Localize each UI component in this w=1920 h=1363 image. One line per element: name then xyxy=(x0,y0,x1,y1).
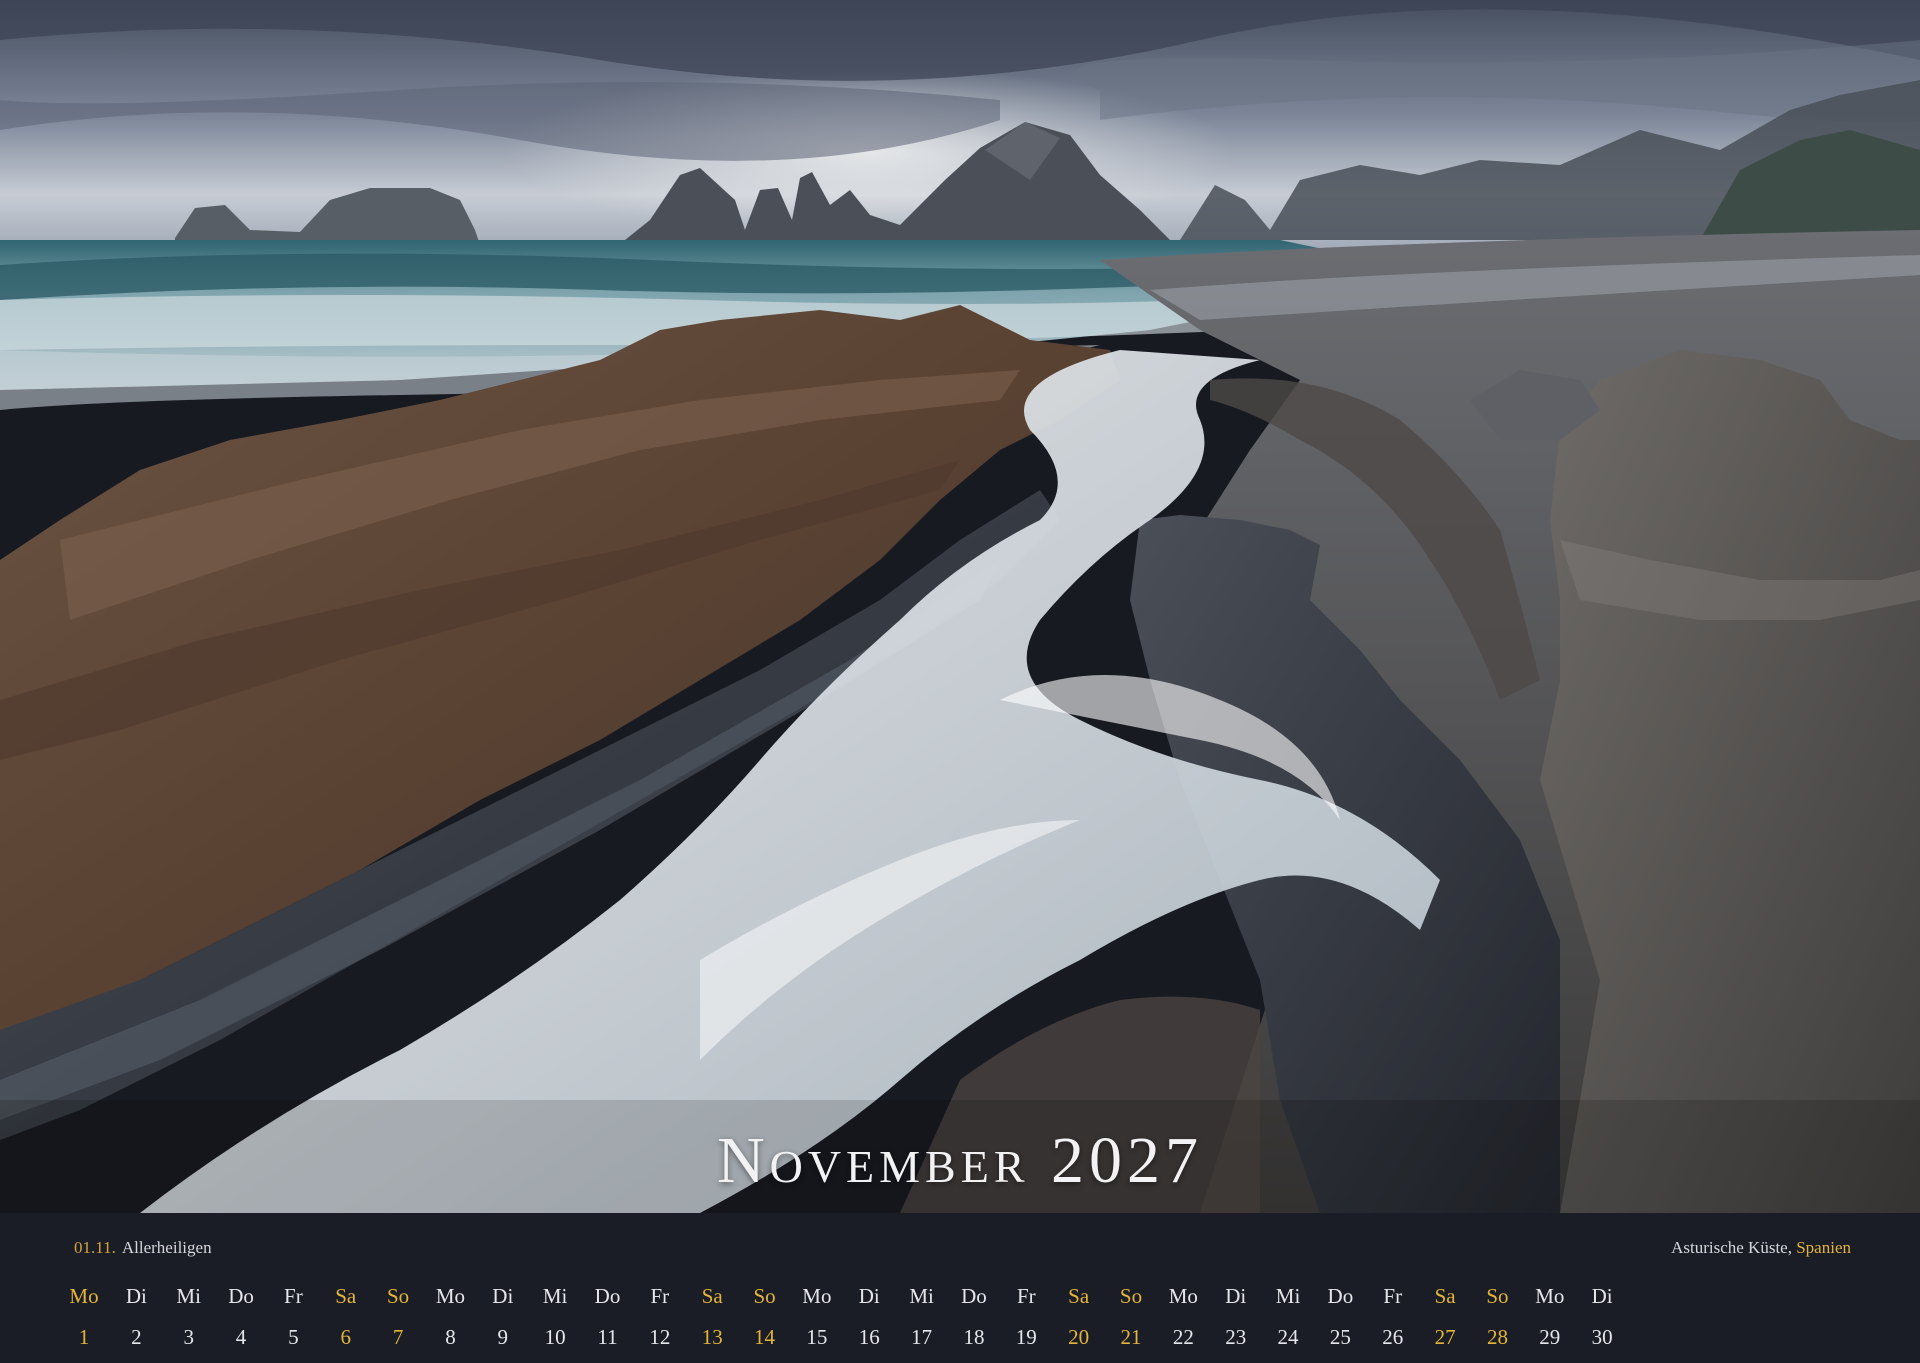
weekday-label: Do xyxy=(1327,1284,1354,1308)
weekday-label: So xyxy=(1119,1284,1143,1308)
day-number: 7 xyxy=(392,1325,404,1349)
calendar-day: So 7 xyxy=(368,1280,428,1353)
calendar-day: Di 23 xyxy=(1206,1280,1266,1353)
calendar-day: Do 18 xyxy=(944,1280,1004,1353)
day-number: 1 xyxy=(78,1325,90,1349)
weekday-label: Sa xyxy=(1434,1284,1456,1308)
calendar-grid: Mo 1 Di 2 Mi 3 Do 4 Fr 5 Sa 6 So 7 Mo 8 Di 9 Mi 10 Do 11 Fr 12 S… xyxy=(0,1280,1920,1360)
day-number: 30 xyxy=(1591,1325,1613,1349)
holiday-date: 01.11. xyxy=(74,1238,116,1257)
weekday-label: Mo xyxy=(1535,1284,1565,1308)
calendar-day: So 14 xyxy=(735,1280,795,1353)
weekday-label: Di xyxy=(1225,1284,1247,1308)
calendar-day: Fr 5 xyxy=(263,1280,323,1353)
weekday-label: Sa xyxy=(335,1284,357,1308)
calendar-day: Do 4 xyxy=(211,1280,271,1353)
day-number: 3 xyxy=(183,1325,194,1349)
weekday-label: Fr xyxy=(284,1284,303,1308)
day-number: 14 xyxy=(754,1325,776,1349)
weekday-label: Do xyxy=(228,1284,254,1308)
calendar-day: Mi 3 xyxy=(159,1280,219,1353)
calendar-day: Mo 15 xyxy=(787,1280,847,1353)
weekday-label: Mi xyxy=(1275,1284,1301,1308)
day-number: 12 xyxy=(649,1325,671,1349)
day-number: 28 xyxy=(1486,1325,1508,1349)
day-number: 17 xyxy=(911,1325,933,1349)
day-number: 20 xyxy=(1068,1325,1090,1349)
holiday-name: Allerheiligen xyxy=(121,1238,212,1257)
day-number: 8 xyxy=(445,1325,456,1349)
weekday-label: So xyxy=(387,1284,410,1308)
weekday-label: Sa xyxy=(701,1284,723,1308)
day-number: 10 xyxy=(544,1325,566,1349)
weekday-label: Di xyxy=(1591,1284,1613,1308)
day-number: 11 xyxy=(597,1325,618,1349)
day-number: 6 xyxy=(340,1325,352,1349)
weekday-label: Mi xyxy=(909,1284,934,1308)
calendar-day: Fr 26 xyxy=(1363,1280,1423,1353)
weekday-label: Mo xyxy=(1168,1284,1198,1308)
day-number: 5 xyxy=(288,1325,299,1349)
weekday-label: Mi xyxy=(176,1284,201,1308)
weekday-label: Di xyxy=(492,1284,514,1308)
day-number: 18 xyxy=(963,1325,985,1349)
photo-location: Asturische Küste, Spanien xyxy=(1671,1238,1851,1258)
day-number: 21 xyxy=(1120,1325,1142,1349)
calendar-day: Mi 17 xyxy=(892,1280,952,1353)
landscape-photo xyxy=(0,0,1920,1213)
day-number: 29 xyxy=(1539,1325,1561,1349)
holiday-note: 01.11. Allerheiligen xyxy=(74,1238,212,1258)
calendar-day: Mi 10 xyxy=(525,1280,585,1353)
location-place: Asturische Küste, xyxy=(1671,1238,1792,1257)
calendar-day: Di 30 xyxy=(1572,1280,1632,1353)
calendar-day: Mo 29 xyxy=(1520,1280,1580,1353)
day-number: 22 xyxy=(1172,1325,1194,1349)
calendar-day: Sa 27 xyxy=(1415,1280,1475,1353)
weekday-label: Do xyxy=(961,1284,987,1308)
calendar-day: Sa 20 xyxy=(1049,1280,1109,1353)
day-number: 27 xyxy=(1434,1325,1456,1349)
calendar-day: Di 9 xyxy=(473,1280,533,1353)
weekday-label: So xyxy=(753,1284,776,1308)
day-number: 25 xyxy=(1329,1325,1351,1349)
calendar-day: Sa 6 xyxy=(316,1280,376,1353)
day-number: 2 xyxy=(131,1325,142,1349)
day-number: 9 xyxy=(497,1325,509,1349)
month-title: November 2027 xyxy=(716,1124,1204,1197)
weekday-label: Fr xyxy=(1383,1284,1403,1308)
day-number: 23 xyxy=(1225,1325,1247,1349)
day-number: 16 xyxy=(858,1325,880,1349)
day-number: 19 xyxy=(1015,1325,1037,1349)
calendar-day: Mo 8 xyxy=(420,1280,480,1353)
day-number: 15 xyxy=(806,1325,828,1349)
calendar-day: Di 16 xyxy=(839,1280,899,1353)
calendar-day: So 28 xyxy=(1467,1280,1527,1353)
calendar-day: Do 11 xyxy=(578,1280,638,1353)
weekday-label: Di xyxy=(125,1284,147,1308)
calendar-day: Mo 22 xyxy=(1153,1280,1213,1353)
weekday-label: Sa xyxy=(1068,1284,1090,1308)
weekday-label: Mo xyxy=(435,1284,466,1308)
location-country: Spanien xyxy=(1796,1238,1851,1257)
weekday-label: Do xyxy=(594,1284,621,1308)
day-number: 13 xyxy=(701,1325,723,1349)
weekday-label: Mi xyxy=(542,1284,568,1308)
weekday-label: Fr xyxy=(1016,1284,1036,1308)
weekday-label: Fr xyxy=(650,1284,670,1308)
weekday-label: Mo xyxy=(802,1284,832,1308)
calendar-day: Mi 24 xyxy=(1258,1280,1318,1353)
calendar-day: Fr 19 xyxy=(996,1280,1056,1353)
day-number: 24 xyxy=(1277,1325,1299,1349)
day-number: 4 xyxy=(235,1325,247,1349)
calendar-day: Fr 12 xyxy=(630,1280,690,1353)
weekday-label: So xyxy=(1486,1284,1509,1308)
calendar-day: Mo 1 xyxy=(54,1280,114,1353)
calendar-day: Do 25 xyxy=(1310,1280,1370,1353)
weekday-label: Di xyxy=(858,1284,880,1308)
weekday-label: Mo xyxy=(69,1284,99,1308)
calendar-day: Sa 13 xyxy=(682,1280,742,1353)
day-number: 26 xyxy=(1382,1325,1404,1349)
calendar-day: So 21 xyxy=(1101,1280,1161,1353)
calendar-day: Di 2 xyxy=(106,1280,166,1353)
